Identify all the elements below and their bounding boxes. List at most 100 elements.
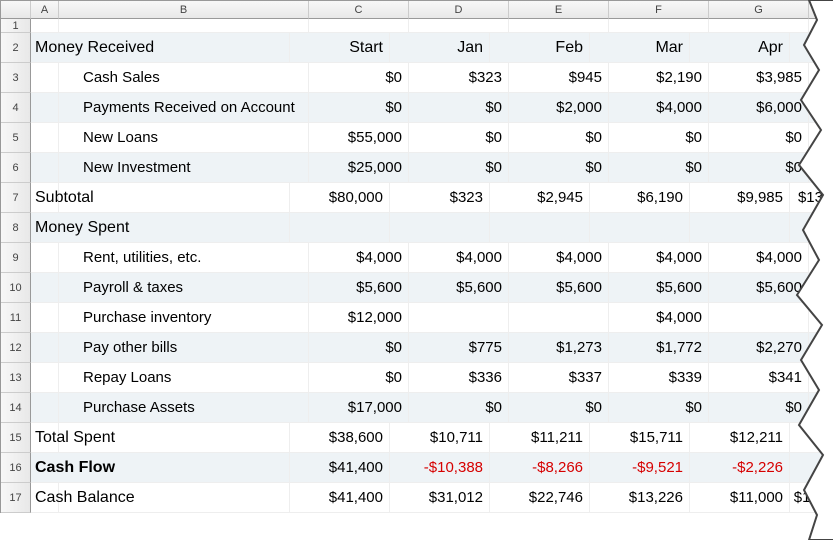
- new-investment-start[interactable]: $25,000: [309, 153, 409, 183]
- cell-H13[interactable]: [809, 363, 833, 393]
- rent-start[interactable]: $4,000: [309, 243, 409, 273]
- rent-h[interactable]: $4: [809, 243, 833, 273]
- row-header-9[interactable]: 9: [1, 243, 31, 273]
- cash-sales-apr[interactable]: $3,985: [709, 63, 809, 93]
- cash-balance-jan[interactable]: $31,012: [390, 483, 490, 513]
- cell-F1[interactable]: [609, 19, 709, 33]
- cell-A4[interactable]: [31, 93, 59, 123]
- cell-H8[interactable]: [790, 213, 830, 243]
- month-apr[interactable]: Apr: [690, 33, 790, 63]
- cell-H15[interactable]: [790, 423, 830, 453]
- subtotal-feb[interactable]: $2,945: [490, 183, 590, 213]
- cell-A11[interactable]: [31, 303, 59, 333]
- cell-H16[interactable]: [790, 453, 830, 483]
- total-spent-apr[interactable]: $12,211: [690, 423, 790, 453]
- payroll-start[interactable]: $5,600: [309, 273, 409, 303]
- cell-A14[interactable]: [31, 393, 59, 423]
- row-header-3[interactable]: 3: [1, 63, 31, 93]
- total-spent-jan[interactable]: $10,711: [390, 423, 490, 453]
- payroll-h[interactable]: $5,: [809, 273, 833, 303]
- row-header-2[interactable]: 2: [1, 33, 31, 63]
- row-header-16[interactable]: 16: [1, 453, 31, 483]
- repay-loans-mar[interactable]: $339: [609, 363, 709, 393]
- cash-sales-jan[interactable]: $323: [409, 63, 509, 93]
- new-loans-feb[interactable]: $0: [509, 123, 609, 153]
- payroll-feb[interactable]: $5,600: [509, 273, 609, 303]
- col-header-H[interactable]: H: [809, 1, 833, 19]
- col-header-C[interactable]: C: [309, 1, 409, 19]
- new-investment-label[interactable]: New Investment: [59, 153, 309, 183]
- cash-balance-mar[interactable]: $13,226: [590, 483, 690, 513]
- col-header-B[interactable]: B: [59, 1, 309, 19]
- new-loans-jan[interactable]: $0: [409, 123, 509, 153]
- total-spent-label[interactable]: Total Spent: [31, 423, 290, 453]
- inventory-apr[interactable]: [709, 303, 809, 333]
- repay-loans-label[interactable]: Repay Loans: [59, 363, 309, 393]
- new-loans-start[interactable]: $55,000: [309, 123, 409, 153]
- subtotal-jan[interactable]: $323: [390, 183, 490, 213]
- cash-flow-jan[interactable]: -$10,388: [390, 453, 490, 483]
- row-header-4[interactable]: 4: [1, 93, 31, 123]
- purchase-assets-start[interactable]: $17,000: [309, 393, 409, 423]
- inventory-mar[interactable]: $4,000: [609, 303, 709, 333]
- cash-balance-apr[interactable]: $11,000: [690, 483, 790, 513]
- cell-H5[interactable]: [809, 123, 833, 153]
- cell-D1[interactable]: [409, 19, 509, 33]
- purchase-assets-label[interactable]: Purchase Assets: [59, 393, 309, 423]
- cell-A9[interactable]: [31, 243, 59, 273]
- month-start[interactable]: Start: [290, 33, 390, 63]
- repay-loans-feb[interactable]: $337: [509, 363, 609, 393]
- col-header-E[interactable]: E: [509, 1, 609, 19]
- new-investment-apr[interactable]: $0: [709, 153, 809, 183]
- col-header-F[interactable]: F: [609, 1, 709, 19]
- inventory-label[interactable]: Purchase inventory: [59, 303, 309, 333]
- row-header-13[interactable]: 13: [1, 363, 31, 393]
- purchase-assets-jan[interactable]: $0: [409, 393, 509, 423]
- payments-received-jan[interactable]: $0: [409, 93, 509, 123]
- other-bills-feb[interactable]: $1,273: [509, 333, 609, 363]
- payroll-apr[interactable]: $5,600: [709, 273, 809, 303]
- cash-sales-start[interactable]: $0: [309, 63, 409, 93]
- total-spent-mar[interactable]: $15,711: [590, 423, 690, 453]
- cell-D8[interactable]: [390, 213, 490, 243]
- row-header-8[interactable]: 8: [1, 213, 31, 243]
- month-feb[interactable]: Feb: [490, 33, 590, 63]
- cash-flow-feb[interactable]: -$8,266: [490, 453, 590, 483]
- row-header-6[interactable]: 6: [1, 153, 31, 183]
- rent-label[interactable]: Rent, utilities, etc.: [59, 243, 309, 273]
- new-loans-apr[interactable]: $0: [709, 123, 809, 153]
- new-loans-mar[interactable]: $0: [609, 123, 709, 153]
- cell-H4[interactable]: [809, 93, 833, 123]
- new-investment-jan[interactable]: $0: [409, 153, 509, 183]
- cell-H6[interactable]: [809, 153, 833, 183]
- payments-received-label[interactable]: Payments Received on Account: [59, 93, 309, 123]
- new-investment-mar[interactable]: $0: [609, 153, 709, 183]
- row-header-7[interactable]: 7: [1, 183, 31, 213]
- cell-H14[interactable]: [809, 393, 833, 423]
- purchase-assets-apr[interactable]: $0: [709, 393, 809, 423]
- other-bills-jan[interactable]: $775: [409, 333, 509, 363]
- cell-C8[interactable]: [290, 213, 390, 243]
- row-header-11[interactable]: 11: [1, 303, 31, 333]
- spreadsheet[interactable]: A B C D E F G H 1 2 Money Received Start…: [0, 0, 830, 513]
- row-header-5[interactable]: 5: [1, 123, 31, 153]
- money-received-label[interactable]: Money Received: [31, 33, 290, 63]
- payments-received-mar[interactable]: $4,000: [609, 93, 709, 123]
- rent-apr[interactable]: $4,000: [709, 243, 809, 273]
- other-bills-start[interactable]: $0: [309, 333, 409, 363]
- cell-E8[interactable]: [490, 213, 590, 243]
- col-header-G[interactable]: G: [709, 1, 809, 19]
- inventory-jan[interactable]: [409, 303, 509, 333]
- row-header-12[interactable]: 12: [1, 333, 31, 363]
- cell-F8[interactable]: [590, 213, 690, 243]
- cell-A1[interactable]: [31, 19, 59, 33]
- row-header-15[interactable]: 15: [1, 423, 31, 453]
- cash-balance-h[interactable]: $12,: [790, 483, 830, 513]
- col-header-D[interactable]: D: [409, 1, 509, 19]
- payroll-label[interactable]: Payroll & taxes: [59, 273, 309, 303]
- payroll-mar[interactable]: $5,600: [609, 273, 709, 303]
- cell-C1[interactable]: [309, 19, 409, 33]
- cell-E1[interactable]: [509, 19, 609, 33]
- total-spent-feb[interactable]: $11,211: [490, 423, 590, 453]
- payments-received-apr[interactable]: $6,000: [709, 93, 809, 123]
